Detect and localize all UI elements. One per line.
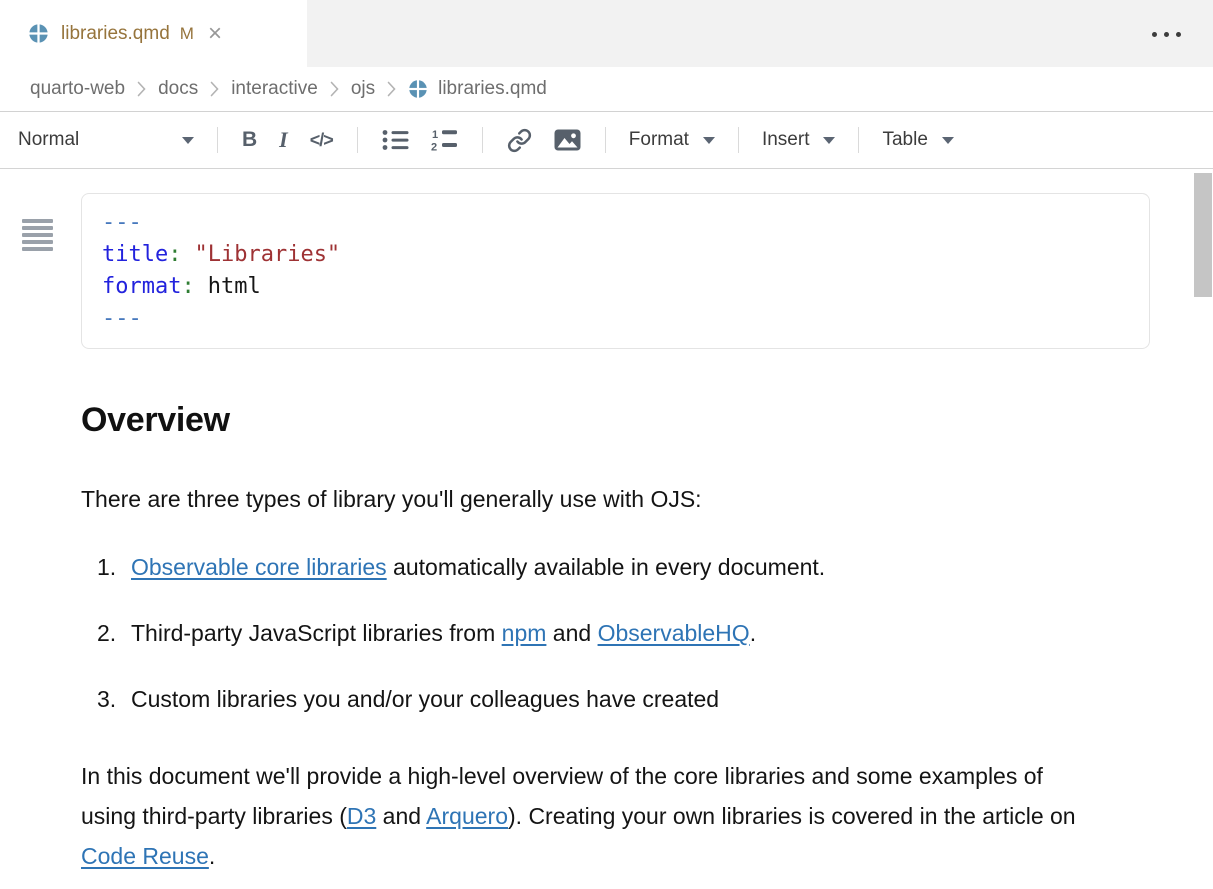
paragraph-style-dropdown[interactable]: Normal bbox=[14, 125, 204, 155]
drag-handle-icon[interactable] bbox=[22, 219, 53, 257]
breadcrumb-libraries-qmd[interactable]: libraries.qmd bbox=[438, 78, 547, 100]
link-observablehq[interactable]: ObservableHQ bbox=[598, 620, 750, 646]
more-actions-icon[interactable] bbox=[1148, 28, 1185, 41]
bold-icon: B bbox=[242, 128, 257, 152]
yaml-format-line: format:html bbox=[102, 271, 1129, 303]
chevron-right-icon bbox=[136, 80, 147, 98]
breadcrumb-quarto-web[interactable]: quarto-web bbox=[30, 78, 125, 100]
paragraph-style-value: Normal bbox=[18, 129, 79, 151]
toolbar-divider bbox=[738, 127, 739, 153]
italic-button[interactable]: I bbox=[268, 123, 299, 157]
formatting-toolbar: Normal B I </> 1 2 bbox=[0, 112, 1213, 169]
link-arquero[interactable]: Arquero bbox=[426, 803, 508, 829]
chevron-right-icon bbox=[329, 80, 340, 98]
yaml-delimiter: --- bbox=[102, 303, 1129, 335]
link-d3[interactable]: D3 bbox=[347, 803, 376, 829]
toolbar-divider bbox=[482, 127, 483, 153]
tab-title: libraries.qmd bbox=[61, 23, 170, 45]
chevron-right-icon bbox=[386, 80, 397, 98]
list-item: 1. Observable core libraries automatical… bbox=[97, 553, 1213, 581]
toolbar-divider bbox=[605, 127, 606, 153]
chevron-down-icon bbox=[942, 137, 954, 144]
bold-button[interactable]: B bbox=[231, 124, 268, 156]
intro-paragraph: There are three types of library you'll … bbox=[81, 485, 1213, 513]
quarto-icon bbox=[28, 23, 49, 44]
link-code-reuse[interactable]: Code Reuse bbox=[81, 843, 209, 869]
yaml-frontmatter-block[interactable]: --- title:"Libraries" format:html --- bbox=[81, 193, 1150, 349]
scrollbar-thumb[interactable] bbox=[1194, 173, 1212, 297]
yaml-delimiter: --- bbox=[102, 207, 1129, 239]
visual-editor-window: libraries.qmd M × quarto-web docs intera… bbox=[0, 0, 1213, 889]
image-icon bbox=[554, 129, 581, 151]
yaml-title-line: title:"Libraries" bbox=[102, 239, 1129, 271]
list-item: 2. Third-party JavaScript libraries from… bbox=[97, 619, 1213, 647]
image-button[interactable] bbox=[543, 125, 592, 155]
tab-bar: libraries.qmd M × bbox=[0, 0, 1213, 67]
closing-paragraph: In this document we'll provide a high-le… bbox=[81, 756, 1091, 876]
breadcrumb: quarto-web docs interactive ojs librarie… bbox=[0, 67, 1213, 112]
toolbar-divider bbox=[217, 127, 218, 153]
list-item: 3. Custom libraries you and/or your coll… bbox=[97, 685, 1213, 713]
toolbar-divider bbox=[858, 127, 859, 153]
modified-badge: M bbox=[180, 24, 194, 44]
breadcrumb-interactive[interactable]: interactive bbox=[231, 78, 318, 100]
format-menu-button[interactable]: Format bbox=[619, 125, 725, 155]
chevron-down-icon bbox=[823, 137, 835, 144]
toolbar-divider bbox=[357, 127, 358, 153]
chevron-down-icon bbox=[703, 137, 715, 144]
heading-overview: Overview bbox=[81, 399, 1213, 441]
breadcrumb-ojs[interactable]: ojs bbox=[351, 78, 375, 100]
numbered-list-icon: 1 2 bbox=[431, 128, 458, 152]
quarto-icon bbox=[408, 79, 428, 99]
svg-text:1: 1 bbox=[432, 129, 438, 141]
link-button[interactable] bbox=[496, 124, 543, 157]
numbered-list-button[interactable]: 1 2 bbox=[420, 124, 469, 156]
svg-text:2: 2 bbox=[431, 142, 437, 153]
code-button[interactable]: </> bbox=[299, 126, 344, 155]
code-icon: </> bbox=[310, 130, 333, 151]
tab-libraries-qmd[interactable]: libraries.qmd M × bbox=[0, 0, 307, 67]
document-body: Overview There are three types of librar… bbox=[0, 399, 1213, 876]
ordered-list: 1. Observable core libraries automatical… bbox=[81, 553, 1213, 713]
bullet-list-icon bbox=[382, 129, 409, 151]
italic-icon: I bbox=[279, 127, 288, 153]
insert-menu-button[interactable]: Insert bbox=[752, 125, 846, 155]
chevron-down-icon bbox=[182, 137, 194, 144]
bullet-list-button[interactable] bbox=[371, 125, 420, 155]
link-npm[interactable]: npm bbox=[502, 620, 547, 646]
table-menu-button[interactable]: Table bbox=[872, 125, 963, 155]
editor-content: --- title:"Libraries" format:html --- Ov… bbox=[0, 193, 1213, 864]
link-observable-core-libraries[interactable]: Observable core libraries bbox=[131, 554, 387, 580]
chevron-right-icon bbox=[209, 80, 220, 98]
breadcrumb-docs[interactable]: docs bbox=[158, 78, 198, 100]
close-icon[interactable]: × bbox=[208, 22, 222, 46]
link-icon bbox=[507, 128, 532, 153]
